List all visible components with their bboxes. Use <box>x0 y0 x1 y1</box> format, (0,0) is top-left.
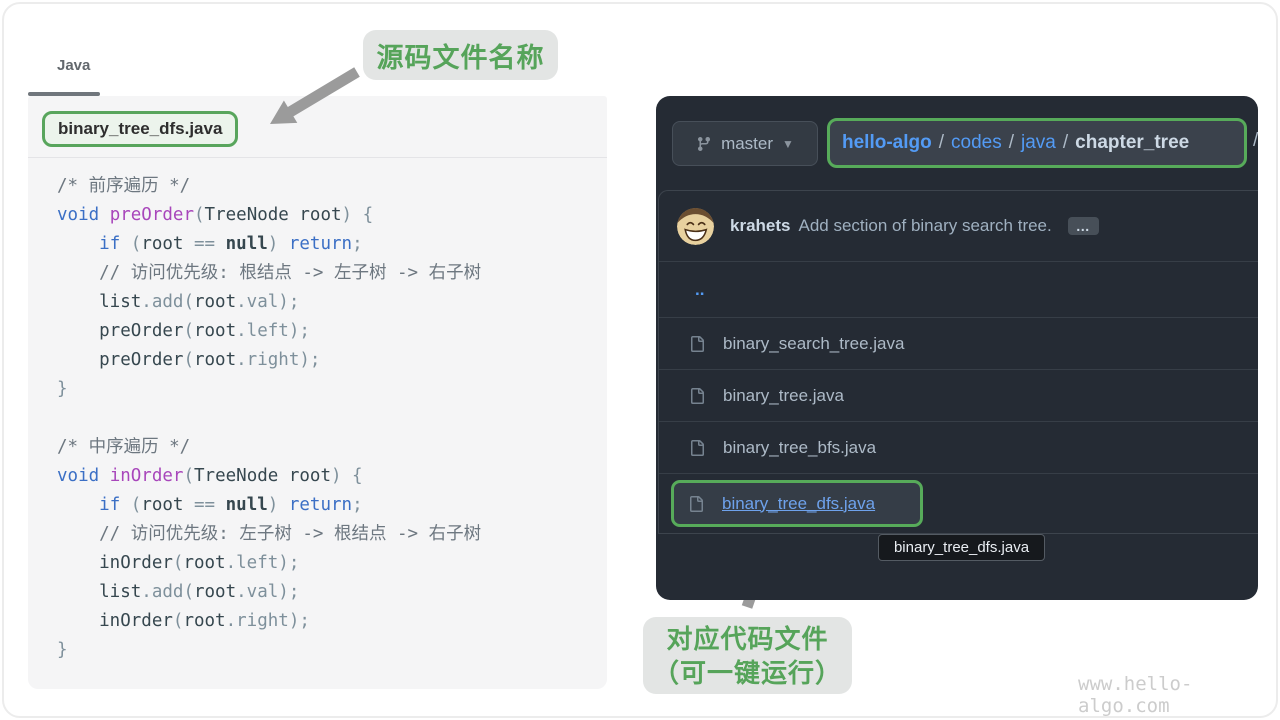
screenshot-root: Java binary_tree_dfs.java /* 前序遍历 */void… <box>0 0 1280 720</box>
breadcrumb-trailing-slash: / <box>1253 130 1258 152</box>
annotation-source-filename-label: 源码文件名称 <box>363 30 558 80</box>
breadcrumb: hello-algo / codes / java / chapter_tree <box>827 118 1247 168</box>
code-line: void preOrder(TreeNode root) { <box>57 201 481 230</box>
annotation-code-file-label: 对应代码文件 （可一键运行） <box>643 617 852 694</box>
code-line: inOrder(root.right); <box>57 607 481 636</box>
file-icon <box>689 440 705 456</box>
breadcrumb-codes[interactable]: codes <box>951 132 1002 154</box>
filename-chip: binary_tree_dfs.java <box>42 111 238 147</box>
branch-name: master <box>721 134 773 154</box>
code-line: inOrder(root.left); <box>57 549 481 578</box>
breadcrumb-separator: / <box>1063 132 1068 154</box>
code-line: void inOrder(TreeNode root) { <box>57 462 481 491</box>
code-block: /* 前序遍历 */void preOrder(TreeNode root) {… <box>57 172 481 665</box>
file-row[interactable]: binary_tree_bfs.java <box>659 421 1258 473</box>
tooltip: binary_tree_dfs.java <box>878 534 1045 561</box>
latest-commit-row: krahets Add section of binary search tre… <box>659 191 1258 261</box>
code-line: if (root == null) return; <box>57 230 481 259</box>
code-line: list.add(root.val); <box>57 578 481 607</box>
git-branch-icon <box>696 136 712 152</box>
code-line: list.add(root.val); <box>57 288 481 317</box>
watermark: www.hello-algo.com <box>1078 673 1280 717</box>
breadcrumb-separator: / <box>1009 132 1014 154</box>
parent-directory-link[interactable]: .. <box>695 280 704 300</box>
file-name[interactable]: binary_tree.java <box>723 386 844 406</box>
code-line: // 访问优先级: 根结点 -> 左子树 -> 右子树 <box>57 259 481 288</box>
code-line: preOrder(root.right); <box>57 346 481 375</box>
file-icon <box>689 388 705 404</box>
file-row[interactable]: binary_tree.java <box>659 369 1258 421</box>
filename-row: binary_tree_dfs.java <box>28 96 607 158</box>
annotation-top-text: 源码文件名称 <box>377 36 545 75</box>
file-browser-card: krahets Add section of binary search tre… <box>658 190 1258 534</box>
code-line: /* 前序遍历 */ <box>57 172 481 201</box>
annotation-bottom-line2: （可一键运行） <box>653 656 842 690</box>
branch-selector[interactable]: master ▼ <box>672 121 818 166</box>
file-row[interactable]: binary_search_tree.java <box>659 317 1258 369</box>
code-line: // 访问优先级: 左子树 -> 根结点 -> 右子树 <box>57 520 481 549</box>
breadcrumb-java[interactable]: java <box>1021 132 1056 154</box>
file-name[interactable]: binary_tree_bfs.java <box>723 438 876 458</box>
tab-java[interactable]: Java <box>57 57 90 74</box>
code-line: } <box>57 375 481 404</box>
highlighted-file-row[interactable]: binary_tree_dfs.java <box>659 473 1258 533</box>
commit-message[interactable]: Add section of binary search tree. <box>798 216 1051 236</box>
breadcrumb-repo[interactable]: hello-algo <box>842 132 932 154</box>
code-line <box>57 404 481 433</box>
chevron-down-icon: ▼ <box>782 137 794 151</box>
file-name[interactable]: binary_search_tree.java <box>723 334 904 354</box>
commit-author[interactable]: krahets <box>730 216 790 236</box>
file-icon <box>689 336 705 352</box>
code-line: } <box>57 636 481 665</box>
annotation-bottom-line1: 对应代码文件 <box>666 622 828 656</box>
highlighted-file-link[interactable]: binary_tree_dfs.java <box>722 494 875 514</box>
file-icon <box>688 496 704 512</box>
code-panel: binary_tree_dfs.java /* 前序遍历 */void preO… <box>28 96 607 689</box>
parent-directory-row[interactable]: .. <box>659 261 1258 317</box>
highlighted-file-box[interactable]: binary_tree_dfs.java <box>671 480 923 527</box>
breadcrumb-current-dir: chapter_tree <box>1075 132 1189 154</box>
code-line: preOrder(root.left); <box>57 317 481 346</box>
avatar[interactable] <box>677 208 714 245</box>
commit-more-button[interactable]: … <box>1068 217 1099 235</box>
code-line: /* 中序遍历 */ <box>57 433 481 462</box>
github-panel: master ▼ hello-algo / codes / java / cha… <box>656 96 1258 600</box>
breadcrumb-separator: / <box>939 132 944 154</box>
code-line: if (root == null) return; <box>57 491 481 520</box>
